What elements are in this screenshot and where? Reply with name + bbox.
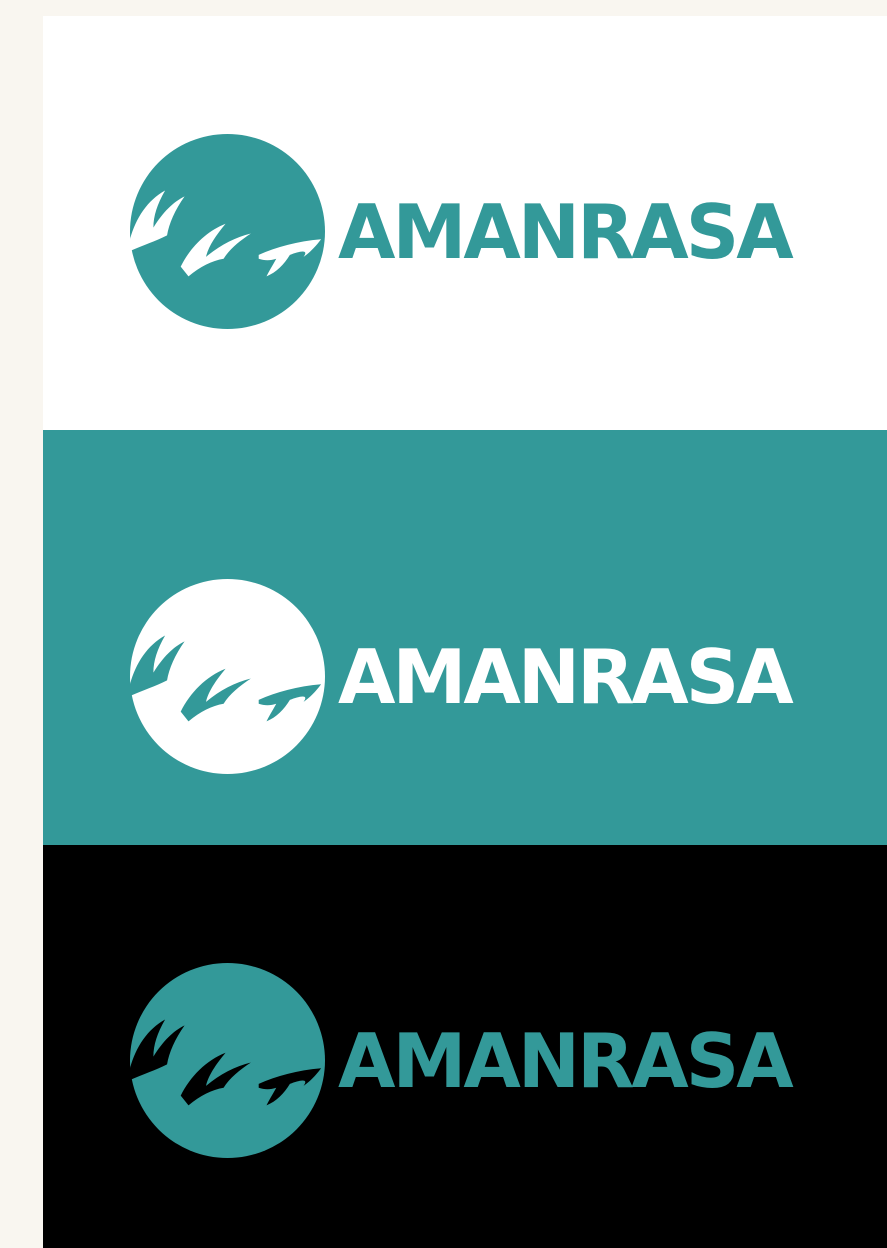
logo-panel-teal: AMANRASA: [43, 430, 887, 845]
logo-panel-black: AMANRASA: [43, 845, 887, 1248]
circle-with-branch-icon: [130, 134, 325, 329]
brand-wordmark: AMANRASA: [338, 1017, 794, 1105]
logo-lockup: AMANRASA: [130, 579, 850, 774]
logo-lockup: AMANRASA: [130, 134, 850, 329]
circle-with-branch-icon: [130, 579, 325, 774]
brand-wordmark: AMANRASA: [338, 633, 794, 721]
logo-lockup: AMANRASA: [130, 963, 850, 1158]
brand-wordmark: AMANRASA: [338, 188, 794, 276]
circle-with-branch-icon: [130, 963, 325, 1158]
logo-sheet: AMANRASA AMANRASA AMANRASA: [43, 16, 887, 1248]
logo-panel-white: AMANRASA: [43, 16, 887, 430]
